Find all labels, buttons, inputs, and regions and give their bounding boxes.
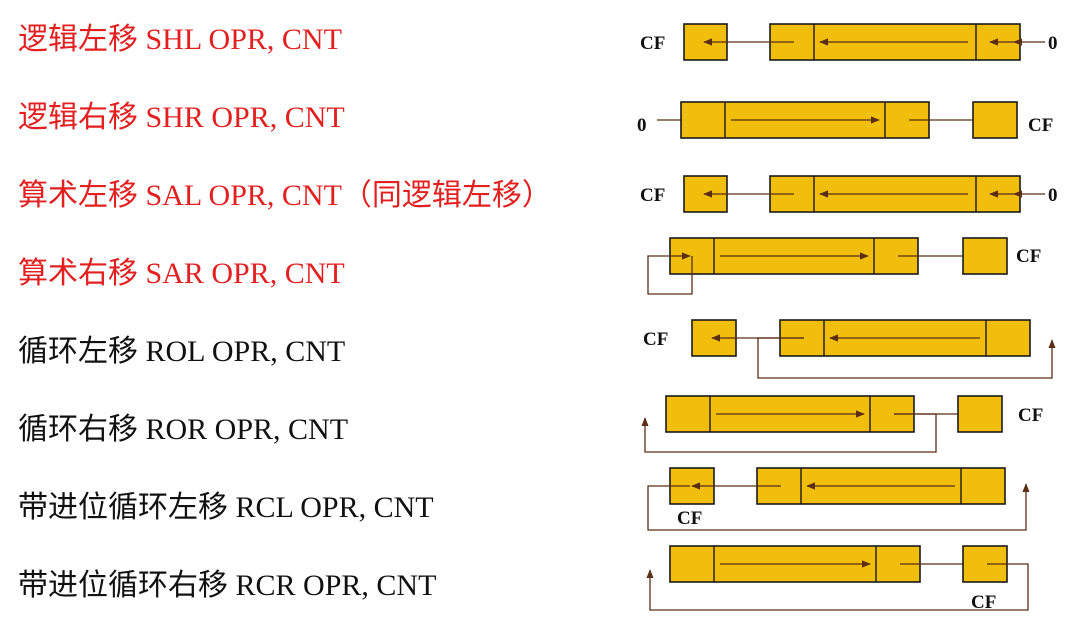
cf-box bbox=[957, 395, 1003, 433]
cf-label: CF bbox=[640, 33, 665, 54]
diagram-rcl: CF bbox=[647, 467, 1030, 531]
cf-box bbox=[972, 101, 1018, 139]
shift-diagrams: CF 0 0 CF CF 0 CF CF CF CF CF bbox=[637, 23, 1058, 613]
diagram-ror: CF bbox=[641, 395, 1043, 453]
cf-label: CF bbox=[677, 508, 702, 529]
cf-label: CF bbox=[1018, 405, 1043, 426]
zero-label: 0 bbox=[637, 115, 647, 136]
diagram-shr: 0 CF bbox=[637, 101, 1053, 139]
cf-label: CF bbox=[643, 329, 668, 350]
cf-label: CF bbox=[1016, 246, 1041, 267]
diagram-shl: CF 0 bbox=[640, 23, 1058, 61]
cf-label: CF bbox=[1028, 115, 1053, 136]
diagram-sar: CF bbox=[647, 237, 1041, 295]
diagram-rol: CF bbox=[643, 319, 1056, 379]
cf-label: CF bbox=[640, 185, 665, 206]
zero-label: 0 bbox=[1048, 33, 1058, 54]
diagram-rcr: CF bbox=[646, 545, 1029, 613]
zero-label: 0 bbox=[1048, 185, 1058, 206]
diagram-sal: CF 0 bbox=[640, 175, 1058, 213]
cf-box bbox=[962, 237, 1008, 275]
